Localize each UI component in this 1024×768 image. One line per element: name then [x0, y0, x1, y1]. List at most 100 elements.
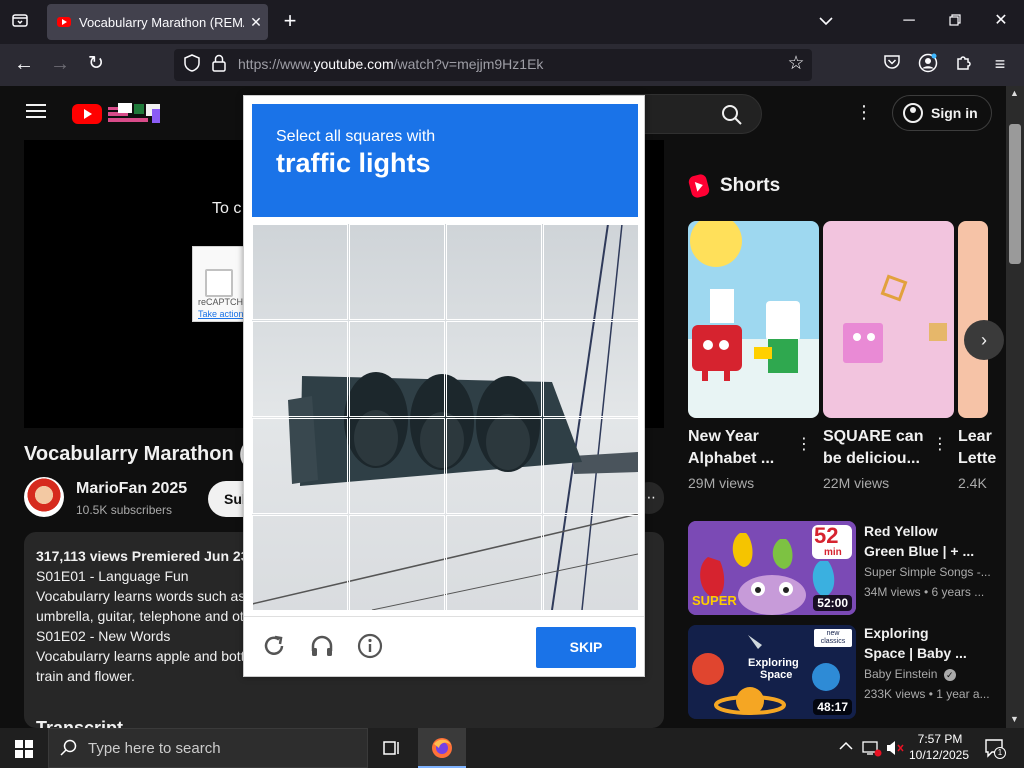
shorts-heading-label: Shorts: [720, 175, 781, 196]
minimize-window-icon[interactable]: ─: [898, 10, 920, 32]
browser-tab[interactable]: Vocabularry Marathon (REMAST ✕: [47, 4, 268, 40]
notification-count-badge: 1: [994, 747, 1006, 759]
task-view-icon[interactable]: [383, 739, 401, 762]
tab-list-icon[interactable]: [9, 11, 31, 36]
recommended-video-title[interactable]: Exploring Space | Baby ...: [864, 623, 994, 663]
youtube-menu-hamburger-icon[interactable]: [26, 103, 46, 124]
short-title[interactable]: New Year Alphabet ...: [688, 426, 798, 470]
channel-avatar[interactable]: [24, 477, 64, 517]
short-views: 29M views: [688, 475, 755, 491]
url-text[interactable]: https://www.youtube.com/watch?v=mejjm9Hz…: [238, 56, 543, 72]
player-message-text: To c: [212, 200, 242, 217]
grid-tile[interactable]: [543, 418, 638, 514]
windows-start-icon[interactable]: [15, 740, 33, 763]
pocket-icon[interactable]: [881, 54, 903, 77]
grid-tile[interactable]: [543, 515, 638, 610]
recommended-channel[interactable]: Super Simple Songs -...: [864, 565, 991, 579]
scroll-up-arrow-icon[interactable]: ▲: [1010, 88, 1019, 98]
firefox-taskbar-icon[interactable]: [418, 728, 466, 768]
svg-text:SUPER: SUPER: [692, 593, 737, 608]
channel-name[interactable]: MarioFan 2025: [76, 480, 187, 498]
grid-tile[interactable]: [349, 515, 445, 610]
youtube-logo[interactable]: [72, 101, 164, 130]
challenge-instruction: Select all squares with: [276, 128, 436, 145]
thumbnail-badge: new classics: [820, 630, 846, 645]
recommended-video-thumbnail[interactable]: Exploring Space new classics 48:17: [688, 625, 856, 719]
sign-in-label: Sign in: [931, 105, 978, 121]
grid-tile[interactable]: [349, 224, 445, 320]
grid-tile[interactable]: [446, 224, 542, 320]
url-prefix: https://www.: [238, 56, 314, 72]
short-title-line: Lear: [958, 428, 992, 445]
recommended-video-thumbnail[interactable]: SUPER 52 min 52:00: [688, 521, 856, 615]
grid-tile[interactable]: [252, 515, 348, 610]
short-thumbnail[interactable]: [688, 221, 819, 418]
close-tab-icon[interactable]: ✕: [244, 14, 268, 31]
grid-tile[interactable]: [543, 321, 638, 417]
short-menu-icon[interactable]: ⋮: [932, 434, 948, 454]
short-title[interactable]: Lear Lette: [958, 426, 998, 470]
rec-title-line: Red Yellow: [864, 523, 938, 539]
lock-icon[interactable]: [208, 54, 230, 79]
short-menu-icon[interactable]: ⋮: [796, 434, 812, 454]
reload-challenge-icon[interactable]: [260, 633, 288, 661]
short-thumbnail[interactable]: [823, 221, 954, 418]
new-tab-button[interactable]: +: [279, 10, 301, 32]
forward-arrow-icon[interactable]: →: [49, 53, 71, 75]
recommended-video-title[interactable]: Red Yellow Green Blue | + ...: [864, 521, 994, 561]
grid-tile[interactable]: [543, 224, 638, 320]
restore-window-icon[interactable]: [944, 11, 966, 33]
bookmark-star-icon[interactable]: ☆: [785, 53, 807, 75]
notification-center-icon[interactable]: 1: [984, 738, 1006, 763]
settings-kebab-icon[interactable]: ⋮: [855, 102, 873, 123]
close-window-icon[interactable]: ✕: [990, 10, 1012, 32]
recaptcha-challenge-dialog: Select all squares with traffic lights S…: [243, 95, 645, 677]
video-duration: 52:00: [813, 595, 852, 611]
grid-tile[interactable]: [252, 418, 348, 514]
recommended-meta: 233K views • 1 year a...: [864, 687, 990, 701]
volume-muted-icon[interactable]: [886, 740, 904, 761]
grid-tile[interactable]: [349, 321, 445, 417]
taskbar-search-placeholder: Type here to search: [88, 740, 221, 757]
skip-button[interactable]: SKIP: [536, 627, 636, 668]
show-hidden-icons-chevron-icon[interactable]: [839, 739, 853, 754]
scroll-down-arrow-icon[interactable]: ▼: [1010, 714, 1019, 724]
short-title[interactable]: SQUARE can be deliciou...: [823, 426, 933, 470]
tracking-protection-shield-icon[interactable]: [181, 54, 203, 79]
extensions-puzzle-icon[interactable]: [953, 53, 975, 78]
challenge-header: Select all squares with traffic lights: [252, 104, 638, 217]
taskbar-date[interactable]: 10/12/2025: [906, 748, 972, 762]
grid-tile[interactable]: [349, 418, 445, 514]
url-domain: youtube.com: [313, 56, 394, 72]
recommended-channel[interactable]: Baby Einstein ✓: [864, 667, 956, 681]
recaptcha-checkbox-widget[interactable]: reCAPTCHA Take action: [192, 246, 249, 322]
audio-challenge-headphones-icon[interactable]: [308, 633, 336, 661]
short-title-line: Alphabet ...: [688, 450, 775, 467]
video-title: Vocabularry Marathon (R: [24, 443, 261, 465]
short-views: 22M views: [823, 475, 890, 491]
reload-icon[interactable]: ↻: [85, 53, 107, 75]
short-title-line: New Year: [688, 428, 759, 445]
account-icon[interactable]: [917, 53, 939, 80]
back-arrow-icon[interactable]: ←: [13, 53, 35, 75]
thumbnail-text: Space: [760, 669, 793, 681]
grid-tile[interactable]: [446, 418, 542, 514]
video-duration: 48:17: [813, 699, 852, 715]
shorts-next-chevron-icon[interactable]: ›: [964, 320, 1004, 360]
thumbnail-text: Exploring: [748, 657, 799, 669]
scrollbar-thumb[interactable]: [1009, 124, 1021, 264]
app-menu-hamburger-icon[interactable]: ≡: [989, 53, 1011, 75]
grid-tile[interactable]: [446, 515, 542, 610]
recaptcha-checkbox[interactable]: [205, 269, 233, 297]
grid-tile[interactable]: [252, 224, 348, 320]
taskbar-time[interactable]: 7:57 PM: [916, 731, 964, 748]
network-status-icon[interactable]: [862, 739, 882, 762]
tab-overflow-chevron-icon[interactable]: [815, 11, 837, 33]
sign-in-button[interactable]: Sign in: [892, 95, 992, 131]
search-button[interactable]: [640, 94, 762, 134]
subscriber-count: 10.5K subscribers: [76, 503, 173, 517]
info-icon[interactable]: [356, 633, 384, 661]
recaptcha-take-action-link[interactable]: Take action: [198, 309, 244, 319]
grid-tile[interactable]: [252, 321, 348, 417]
grid-tile[interactable]: [446, 321, 542, 417]
